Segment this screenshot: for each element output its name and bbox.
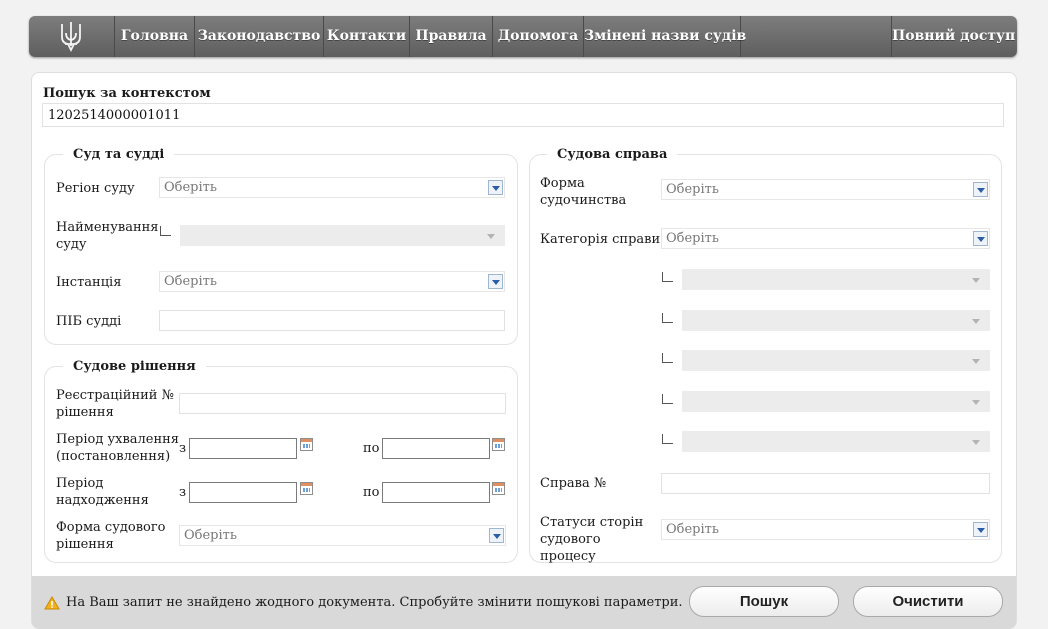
nav-rules[interactable]: Правила <box>410 16 493 57</box>
nav-full-access[interactable]: Повний доступ <box>891 16 1015 57</box>
tree-branch-icon <box>662 313 673 323</box>
case-number-label: Справа № <box>540 476 607 491</box>
receipt-period-label: Період надходження <box>56 476 149 508</box>
subcategory-select-4[interactable] <box>682 391 990 412</box>
reg-number-input[interactable] <box>179 393 506 414</box>
decision-form-label: Форма судового рішення <box>56 520 166 552</box>
proc-form-select[interactable]: Оберіть <box>661 179 990 200</box>
adopt-to-input[interactable] <box>382 438 490 459</box>
nav-home[interactable]: Головна <box>115 16 195 57</box>
decision-legend: Судове рішення <box>63 358 206 376</box>
search-button[interactable]: Пошук <box>689 586 839 617</box>
context-search-input[interactable] <box>42 103 1004 127</box>
subcategory-select-1[interactable] <box>682 269 990 290</box>
reg-number-label: Реєстраційний № рішення <box>56 388 174 420</box>
search-panel: Пошук за контекстом Суд та судді Регіон … <box>31 72 1017 629</box>
region-label: Регіон суду <box>56 181 135 196</box>
nav-renamed-courts[interactable]: Змінені назви судів <box>584 16 746 57</box>
trident-logo-icon[interactable] <box>29 16 115 57</box>
tree-branch-icon <box>662 434 673 444</box>
party-status-select[interactable]: Оберіть <box>661 519 990 540</box>
category-label: Категорія справи <box>540 232 661 247</box>
chevron-down-icon <box>488 180 503 195</box>
judge-label: ПІБ судді <box>56 314 122 329</box>
subcategory-select-5[interactable] <box>682 431 990 452</box>
tree-branch-icon <box>160 226 171 236</box>
calendar-icon[interactable] <box>492 482 505 495</box>
nav-contacts[interactable]: Контакти <box>324 16 410 57</box>
tree-branch-icon <box>662 353 673 363</box>
subcategory-select-2[interactable] <box>682 310 990 331</box>
case-legend: Судова справа <box>547 146 678 164</box>
calendar-icon[interactable] <box>300 482 313 495</box>
decision-form-select[interactable]: Оберіть <box>179 525 506 546</box>
receipt-to-label: по <box>363 485 380 500</box>
top-navigation: Головна Законодавство Контакти Правила Д… <box>29 16 1017 57</box>
court-name-select[interactable] <box>180 225 505 246</box>
tree-branch-icon <box>662 272 673 282</box>
receipt-from-input[interactable] <box>189 482 297 503</box>
court-legend: Суд та судді <box>63 146 175 164</box>
nav-help[interactable]: Допомога <box>493 16 584 57</box>
case-number-input[interactable] <box>661 473 990 494</box>
region-select[interactable]: Оберіть <box>159 177 505 198</box>
chevron-down-icon <box>973 522 988 537</box>
chevron-down-icon <box>488 274 503 289</box>
adopt-from-label: з <box>179 441 187 456</box>
tree-branch-icon <box>662 394 673 404</box>
no-results-message: На Ваш запит не знайдено жодного докумен… <box>66 595 683 610</box>
chevron-down-icon <box>973 182 988 197</box>
adopt-period-label: Період ухвалення (постановлення) <box>56 432 180 464</box>
footer-bar: На Ваш запит не знайдено жодного докумен… <box>32 576 1016 629</box>
receipt-to-input[interactable] <box>382 482 490 503</box>
adopt-from-input[interactable] <box>189 438 297 459</box>
court-name-label: Найменування суду <box>56 220 159 252</box>
nav-legislation[interactable]: Законодавство <box>195 16 324 57</box>
chevron-down-icon <box>489 528 504 543</box>
instance-select[interactable]: Оберіть <box>159 271 505 292</box>
instance-label: Інстанція <box>56 275 122 290</box>
category-select[interactable]: Оберіть <box>661 228 990 249</box>
subcategory-select-3[interactable] <box>682 350 990 371</box>
receipt-from-label: з <box>179 485 187 500</box>
clear-button[interactable]: Очистити <box>853 586 1003 617</box>
party-status-label: Статуси сторін судового процесу <box>540 515 644 564</box>
context-search-label: Пошук за контекстом <box>43 86 211 101</box>
proc-form-label: Форма судочинства <box>540 176 627 208</box>
calendar-icon[interactable] <box>492 438 505 451</box>
adopt-to-label: по <box>363 441 380 456</box>
calendar-icon[interactable] <box>300 438 313 451</box>
judge-input[interactable] <box>159 310 505 331</box>
chevron-down-icon <box>973 231 988 246</box>
warning-icon <box>44 596 60 610</box>
